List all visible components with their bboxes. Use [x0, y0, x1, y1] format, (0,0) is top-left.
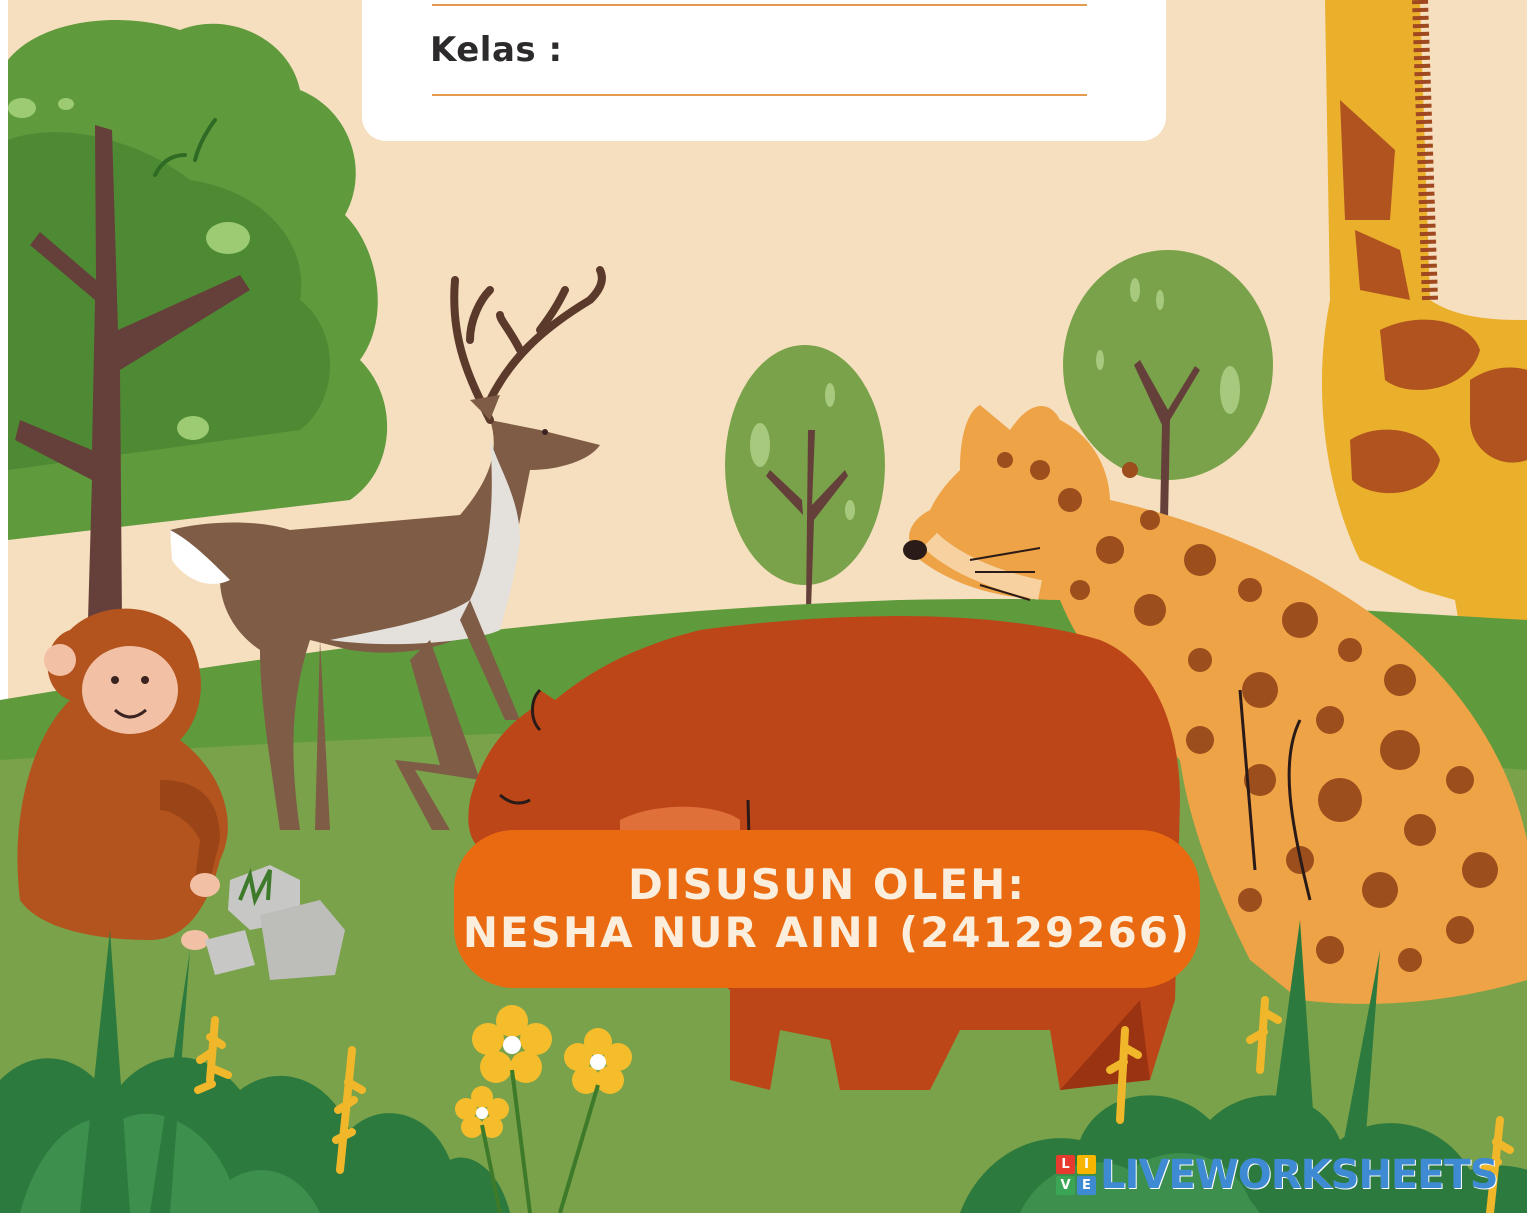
- class-answer-line[interactable]: [432, 94, 1087, 96]
- name-answer-line[interactable]: [432, 4, 1087, 6]
- logo-letter-e: E: [1077, 1176, 1096, 1195]
- logo-letter-v: V: [1056, 1176, 1075, 1195]
- forest-illustration: [0, 0, 1527, 1213]
- author-name: NESHA NUR AINI (24129266): [462, 908, 1192, 957]
- class-label: Kelas :: [430, 30, 563, 70]
- logo-letter-l: L: [1056, 1155, 1075, 1174]
- worksheet-cover: Kelas : DISUSUN OLEH: NESHA NUR AINI (24…: [0, 0, 1527, 1213]
- logo-letter-i: I: [1077, 1155, 1096, 1174]
- name-class-card: Kelas :: [362, 0, 1166, 141]
- liveworksheets-logo-icon: L I V E: [1056, 1155, 1096, 1195]
- monkey: [17, 608, 228, 950]
- brand-text: LIVEWORKSHEETS: [1100, 1152, 1499, 1198]
- liveworksheets-brand[interactable]: L I V E LIVEWORKSHEETS: [1056, 1152, 1499, 1198]
- author-title: DISUSUN OLEH:: [627, 860, 1027, 909]
- author-banner: DISUSUN OLEH: NESHA NUR AINI (24129266): [454, 830, 1200, 988]
